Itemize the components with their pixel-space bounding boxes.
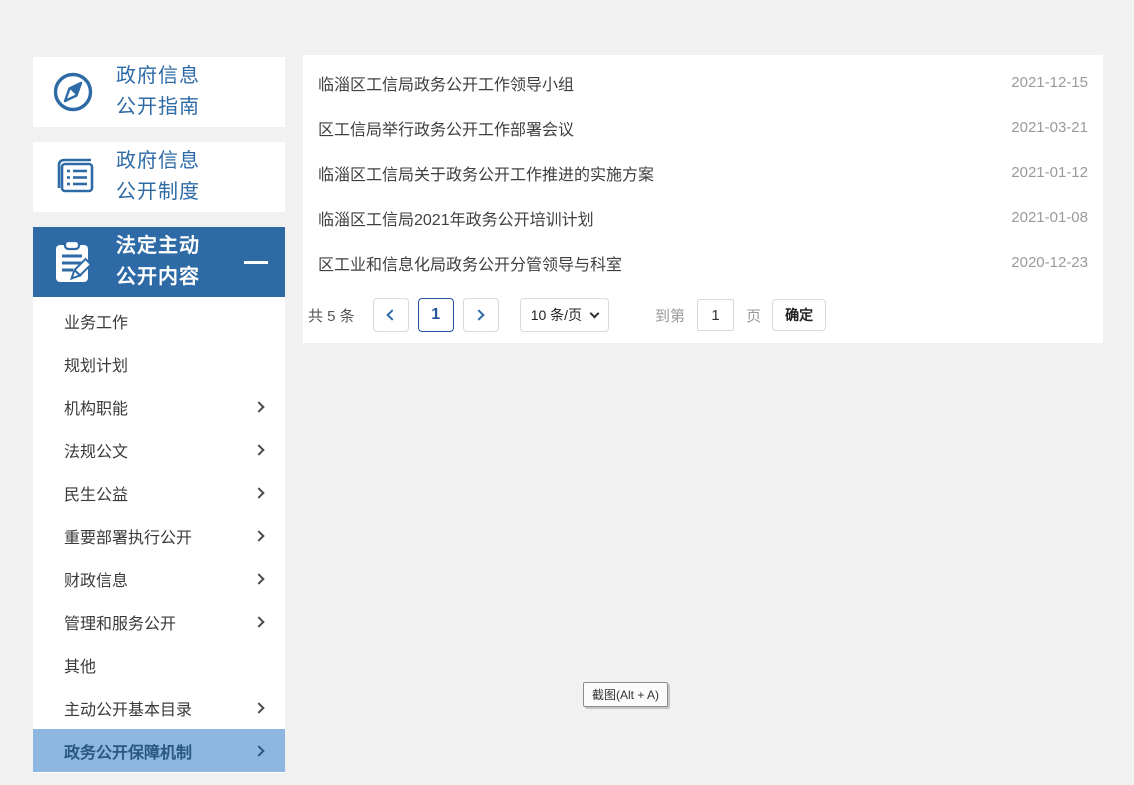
chevron-right-icon [253,444,264,455]
chevron-left-icon [387,309,398,320]
article-title: 临淄区工信局关于政务公开工作推进的实施方案 [318,161,654,185]
chevron-right-icon [253,616,264,627]
article-title: 区工业和信息化局政务公开分管领导与科室 [318,251,622,275]
sidebar-item-business-work[interactable]: 业务工作 [33,299,285,342]
article-date: 2021-01-12 [1011,164,1088,181]
card-title-gov-info-guide: 政府信息 公开指南 [116,61,200,123]
confirm-button[interactable]: 确定 [772,299,826,331]
sidebar-item-key-deployments[interactable]: 重要部署执行公开 [33,514,285,557]
menu-label: 业务工作 [64,309,128,333]
sidebar-item-fiscal-info[interactable]: 财政信息 [33,557,285,600]
sidebar-item-regulations[interactable]: 法规公文 [33,428,285,471]
chevron-right-icon [253,401,264,412]
menu-label: 民生公益 [64,481,128,505]
chevron-right-icon [253,573,264,584]
article-title: 临淄区工信局2021年政务公开培训计划 [318,206,594,230]
menu-label: 规划计划 [64,352,128,376]
article-date: 2021-01-08 [1011,209,1088,226]
menu-label: 政务公开保障机制 [64,739,192,763]
chevron-right-icon [253,745,264,756]
menu-label: 主动公开基本目录 [64,696,192,720]
article-row[interactable]: 区工业和信息化局政务公开分管领导与科室 2020-12-23 [303,240,1103,285]
goto-page-suffix: 页 [746,305,761,326]
chevron-right-icon [253,487,264,498]
compass-icon [48,69,98,115]
screenshot-tooltip: 截图(Alt + A) [583,682,668,707]
clipboard-edit-icon [48,239,98,285]
chevron-down-icon [590,309,600,319]
sidebar-card-gov-info-guide[interactable]: 政府信息 公开指南 [33,57,285,127]
article-list: 临淄区工信局政务公开工作领导小组 2021-12-15 区工信局举行政务公开工作… [303,55,1103,285]
page-size-dropdown[interactable]: 10 条/页 [520,298,609,332]
menu-label: 管理和服务公开 [64,610,176,634]
article-row[interactable]: 临淄区工信局政务公开工作领导小组 2021-12-15 [303,60,1103,105]
sidebar-card-gov-info-system[interactable]: 政府信息 公开制度 [33,142,285,212]
article-title: 临淄区工信局政务公开工作领导小组 [318,71,574,95]
pagination-bar: 共 5 条 1 10 条/页 到第 页 确定 [308,296,1098,334]
menu-label: 其他 [64,653,96,677]
total-count-label: 共 5 条 [308,305,355,326]
menu-label: 重要部署执行公开 [64,524,192,548]
sidebar-item-other[interactable]: 其他 [33,643,285,686]
sidebar-item-org-functions[interactable]: 机构职能 [33,385,285,428]
menu-label: 法规公文 [64,438,128,462]
chevron-right-icon [474,309,485,320]
page-1-button[interactable]: 1 [418,298,454,332]
article-row[interactable]: 临淄区工信局2021年政务公开培训计划 2021-01-08 [303,195,1103,240]
sidebar-card-legal-active-disclosure[interactable]: 法定主动 公开内容 [33,227,285,297]
page-size-value: 10 条/页 [531,305,582,325]
article-row[interactable]: 临淄区工信局关于政务公开工作推进的实施方案 2021-01-12 [303,150,1103,195]
next-page-button[interactable] [463,298,499,332]
article-title: 区工信局举行政务公开工作部署会议 [318,116,574,140]
sidebar-submenu: 业务工作 规划计划 机构职能 法规公文 民生公益 重要部署执行公开 财政信息 管… [33,297,285,773]
goto-page-input[interactable] [697,299,734,331]
article-date: 2020-12-23 [1011,254,1088,271]
menu-label: 机构职能 [64,395,128,419]
chevron-right-icon [253,702,264,713]
book-icon [48,154,98,200]
sidebar-item-disclosure-catalog[interactable]: 主动公开基本目录 [33,686,285,729]
collapse-minus-icon[interactable] [244,261,268,264]
article-date: 2021-03-21 [1011,119,1088,136]
goto-page-prefix: 到第 [655,305,685,326]
prev-page-button[interactable] [373,298,409,332]
sidebar-item-planning[interactable]: 规划计划 [33,342,285,385]
card-title-legal-active-disclosure: 法定主动 公开内容 [116,231,200,293]
card-title-gov-info-system: 政府信息 公开制度 [116,146,200,208]
menu-label: 财政信息 [64,567,128,591]
article-date: 2021-12-15 [1011,74,1088,91]
sidebar-item-livelihood[interactable]: 民生公益 [33,471,285,514]
chevron-right-icon [253,530,264,541]
article-row[interactable]: 区工信局举行政务公开工作部署会议 2021-03-21 [303,105,1103,150]
sidebar-item-management-services[interactable]: 管理和服务公开 [33,600,285,643]
sidebar-item-disclosure-guarantee[interactable]: 政务公开保障机制 [33,729,285,772]
article-list-panel: 临淄区工信局政务公开工作领导小组 2021-12-15 区工信局举行政务公开工作… [303,55,1103,343]
